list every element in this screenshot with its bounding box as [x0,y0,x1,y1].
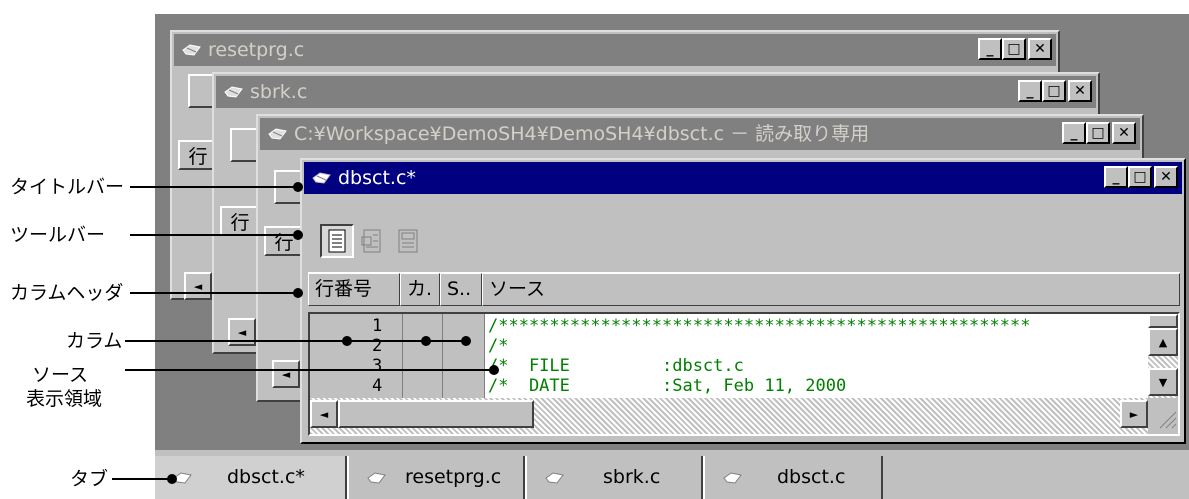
leader-dot [293,230,303,240]
leader-dot [293,182,303,192]
annotation-title-bar: タイトルバー [10,176,125,198]
leader-dot [342,336,352,346]
leader-dot [293,288,303,298]
leader-dot [421,336,431,346]
annotation-tab: タブ [70,468,109,490]
annotation-toolbar: ツールバー [10,224,106,246]
leader-dot [489,365,499,375]
callout-lines [112,182,499,484]
annotation-source-area: ソース [32,364,89,386]
annotation-source-area-line2: 表示領域 [26,388,103,410]
annotation-column: カラム [66,330,123,352]
annotation-column-header: カラムヘッダ [10,282,124,304]
leader-dot [167,474,177,484]
leader-dot [461,336,471,346]
